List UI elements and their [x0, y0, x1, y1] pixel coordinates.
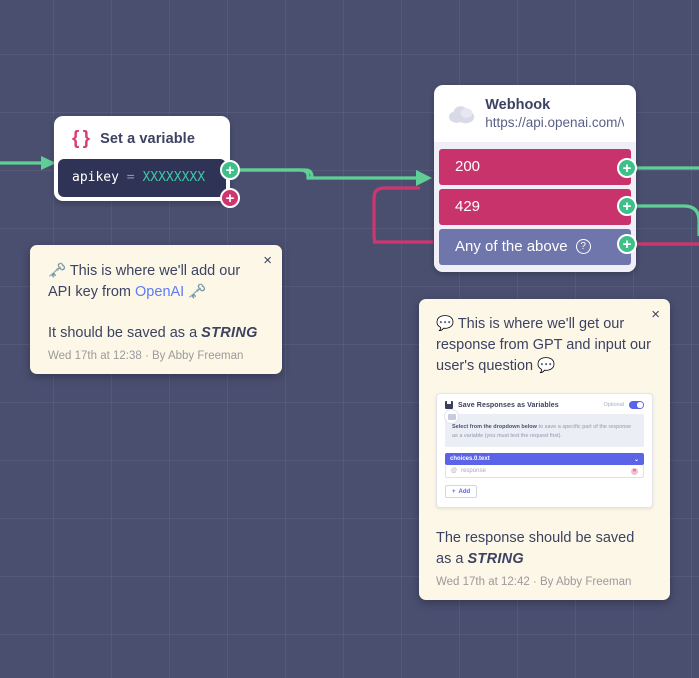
comment-card-api-key[interactable]: × 🗝️ This is where we'll add our API key… — [30, 245, 282, 375]
comment-api-key-meta: Wed 17th at 12:38 · By Abby Freeman — [48, 350, 244, 363]
webhook-row-200[interactable]: 200 — [439, 148, 631, 185]
set-variable-header: { } Set a variable — [58, 120, 226, 159]
key-icon: 🗝️ — [48, 263, 67, 279]
comment-gpt-text: 💬 This is where we'll get our response f… — [436, 314, 653, 377]
connector-setvar-error — [372, 186, 420, 244]
variable-value: XXXXXXXX — [142, 170, 206, 185]
info-bold: Select from the dropdown below — [452, 424, 537, 431]
arrowhead-webhook — [416, 170, 432, 186]
webhook-row-any-label: Any of the above — [455, 238, 568, 256]
webhook-response-rows: 200 429 Any of the above ? — [434, 141, 636, 272]
note-prefix: It should be saved as a — [48, 325, 202, 342]
key-icon-trailing: 🗝️ — [184, 284, 207, 301]
add-variable-button[interactable]: + Add — [445, 485, 478, 499]
close-icon[interactable]: × — [263, 253, 272, 268]
variable-name-field[interactable]: @ response ✕ — [445, 465, 644, 479]
optional-label: Optional — [603, 402, 625, 409]
note-emphasis: STRING — [467, 551, 525, 568]
connector-setvar-to-webhook — [240, 168, 419, 180]
comment-gpt-meta: Wed 17th at 12:42 · By Abby Freeman — [436, 576, 632, 589]
setvar-failure-handle[interactable]: + — [220, 188, 240, 208]
note-emphasis: STRING — [201, 325, 258, 342]
question-circle-icon[interactable]: ? — [575, 239, 591, 255]
variable-name-value: response — [461, 468, 486, 475]
plus-icon: + — [452, 488, 456, 495]
speech-bubble-icon-trailing: 💬 — [537, 358, 556, 375]
screenshot-info-panel: Select from the dropdown below to save a… — [444, 409, 644, 448]
variable-name: apikey — [72, 170, 119, 185]
comment-api-key-text: 🗝️ This is where we'll add our API key f… — [48, 261, 264, 303]
optional-toggle[interactable] — [629, 401, 644, 410]
webhook-row-200-label: 200 — [455, 158, 481, 176]
add-label: Add — [458, 488, 471, 495]
connector-webhook-429 — [637, 204, 699, 236]
comment-api-key-note: It should be saved as a STRING — [48, 323, 264, 344]
at-symbol-icon: @ — [451, 468, 458, 475]
webhook-200-handle[interactable]: + — [617, 158, 637, 178]
webhook-any-handle[interactable]: + — [617, 234, 637, 254]
delete-icon[interactable]: ✕ — [631, 467, 638, 475]
assignment-operator: = — [126, 170, 135, 185]
set-variable-expression[interactable]: apikey = XXXXXXXX — [58, 159, 226, 197]
webhook-row-any[interactable]: Any of the above ? — [439, 228, 631, 265]
chevron-down-icon: ⌄ — [633, 456, 639, 463]
node-webhook[interactable]: Webhook https://api.openai.com/v 200 429… — [434, 85, 636, 272]
comment-gpt-note: The response should be saved as a STRING — [436, 528, 653, 570]
embedded-screenshot: Save Responses as Variables Optional Sel… — [436, 393, 653, 509]
webhook-header: Webhook https://api.openai.com/v — [434, 85, 636, 142]
openai-link[interactable]: OpenAI — [135, 284, 184, 300]
node-set-a-variable[interactable]: { } Set a variable apikey = XXXXXXXX — [54, 116, 230, 201]
speech-bubble-icon: 💬 — [436, 316, 455, 332]
setvar-success-handle[interactable]: + — [220, 160, 240, 180]
screenshot-header: Save Responses as Variables Optional — [445, 401, 644, 410]
webhook-429-handle[interactable]: + — [617, 196, 637, 216]
screenshot-title: Save Responses as Variables — [458, 401, 559, 409]
floppy-disk-icon — [445, 401, 453, 410]
cloud-icon — [448, 106, 475, 124]
curly-braces-icon: { } — [72, 128, 90, 149]
webhook-row-429-label: 429 — [455, 198, 481, 216]
close-icon[interactable]: × — [651, 307, 660, 322]
note-prefix: The response should be saved as a — [436, 530, 635, 568]
webhook-url: https://api.openai.com/v — [485, 114, 624, 130]
info-bubble-icon — [444, 409, 459, 425]
set-variable-title: Set a variable — [100, 130, 195, 147]
variable-path-value: choices.0.text — [450, 456, 490, 463]
webhook-row-429[interactable]: 429 — [439, 188, 631, 225]
variable-path-select[interactable]: choices.0.text ⌄ — [445, 453, 644, 466]
webhook-title: Webhook — [485, 97, 551, 113]
workflow-canvas[interactable]: { } Set a variable apikey = XXXXXXXX + +… — [0, 0, 699, 678]
comment-card-gpt-response[interactable]: × 💬 This is where we'll get our response… — [419, 299, 670, 601]
screenshot-info-text: Select from the dropdown below to save a… — [452, 423, 637, 440]
